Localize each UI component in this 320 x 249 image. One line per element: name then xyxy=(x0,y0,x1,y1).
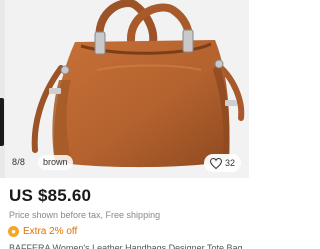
product-title: BAFFERA Women's Leather Handbags Designe… xyxy=(9,243,243,249)
product-price: US $85.60 xyxy=(9,186,92,205)
product-image[interactable] xyxy=(5,0,249,178)
image-counter: 8/8 xyxy=(12,157,26,167)
variant-label[interactable]: brown xyxy=(38,155,73,170)
heart-icon xyxy=(209,157,222,169)
wishlist-button[interactable]: 32 xyxy=(203,154,241,172)
promo-text: Extra 2% off xyxy=(23,226,78,237)
product-image-gallery[interactable]: 8/8 brown 32 xyxy=(0,0,249,178)
coupon-icon: ● xyxy=(8,226,19,237)
promo-banner[interactable]: ● Extra 2% off xyxy=(8,226,77,237)
price-note: Price shown before tax, Free shipping xyxy=(9,210,161,220)
wishlist-count: 32 xyxy=(224,158,235,168)
